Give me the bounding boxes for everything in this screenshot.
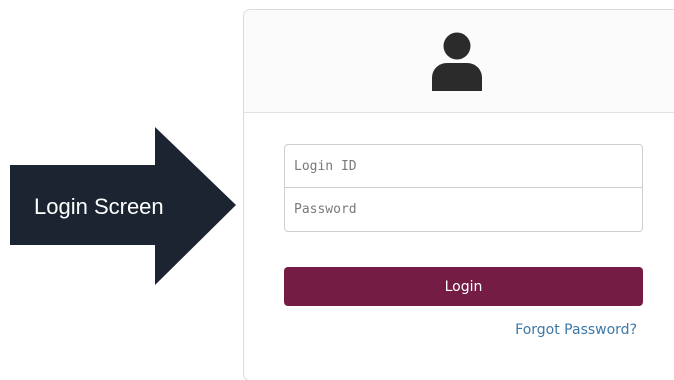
- callout-label: Login Screen: [34, 194, 164, 219]
- login-button[interactable]: Login: [284, 267, 643, 306]
- forgot-password-link[interactable]: Forgot Password?: [515, 322, 637, 338]
- login-form: [284, 144, 643, 232]
- login-card-header: [244, 10, 674, 113]
- password-field[interactable]: [284, 188, 643, 232]
- login-card: Login Forgot Password?: [243, 9, 674, 380]
- screenshot-stage: Login Screen Login Forgot Password?: [0, 0, 674, 380]
- callout-arrow: [10, 127, 236, 285]
- login-id-field[interactable]: [284, 144, 643, 188]
- user-icon: [432, 32, 482, 91]
